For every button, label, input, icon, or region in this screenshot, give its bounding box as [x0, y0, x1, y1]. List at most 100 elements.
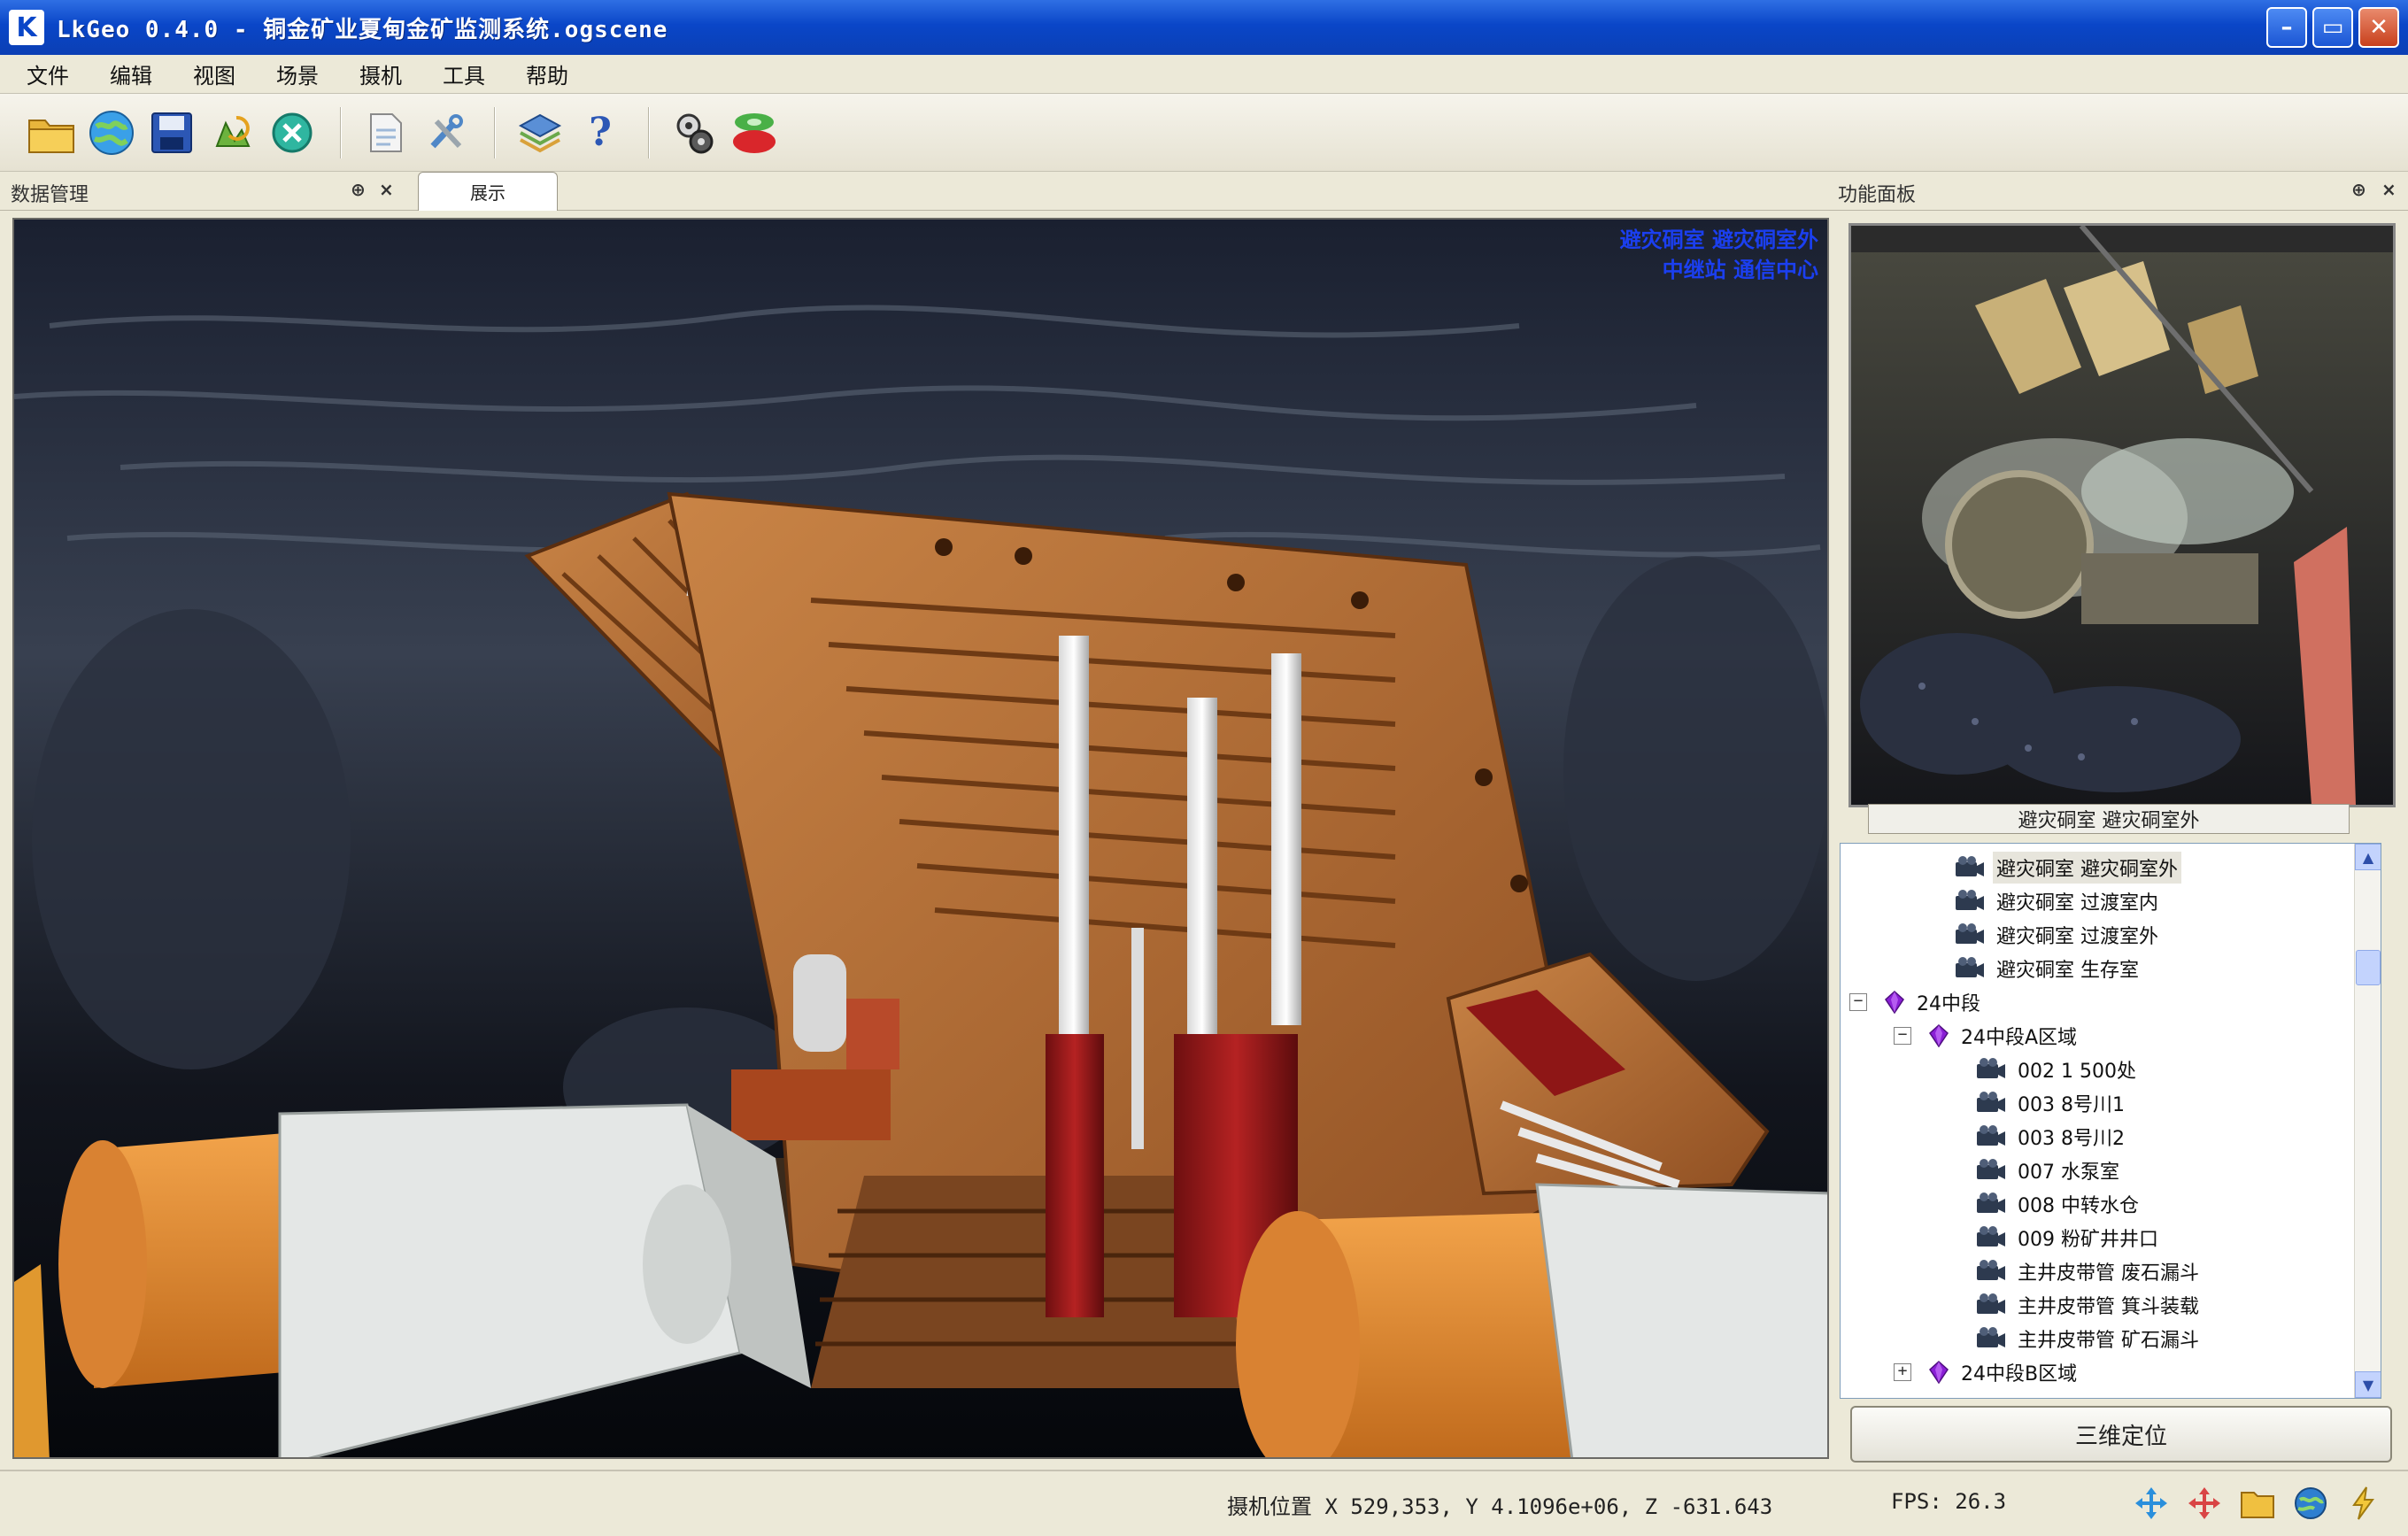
- tree-item-label: 009 粉矿井井口: [2018, 1229, 2158, 1251]
- tree-item-label: 避灾硐室 避灾硐室外: [1993, 852, 2181, 884]
- camera-icon: [1977, 1293, 2005, 1314]
- toolbar-separator: [648, 106, 650, 158]
- camera-position-readout: 摄机位置 X 529,353, Y 4.1096e+06, Z -631.643: [1227, 1494, 1773, 1519]
- toolbar-separator: [340, 106, 342, 158]
- camera-icon: [1977, 1193, 2005, 1213]
- tree-item-label: 主井皮带管 箕斗装载: [2018, 1296, 2199, 1318]
- gem-icon: [1929, 1361, 1949, 1384]
- layers-icon[interactable]: [512, 104, 568, 161]
- globe-icon[interactable]: [83, 104, 140, 161]
- menu-bar: 文件 编辑 视图 场景 摄机 工具 帮助: [0, 55, 2408, 94]
- gem-icon: [1885, 991, 1904, 1014]
- camera-preview[interactable]: [1848, 223, 2396, 807]
- dock-header-row: 数据管理 ⊕ × 展示 功能面板 ⊕ ×: [0, 172, 2408, 211]
- camera-icon: [1977, 1159, 2005, 1179]
- menu-tools[interactable]: 工具: [428, 55, 499, 93]
- function-panel: 避灾硐室 避灾硐室外 避灾硐室 避灾硐室外 避灾硐室 过渡室内 避灾硐室 过渡室外避…: [1836, 211, 2408, 1468]
- app-logo-icon: K: [9, 10, 44, 45]
- tree-item[interactable]: 主井皮带管 箕斗装载: [1975, 1288, 2203, 1322]
- menu-camera[interactable]: 摄机: [345, 55, 416, 93]
- overlay-line: 中继站 通信中心: [1662, 258, 1818, 282]
- minimize-button[interactable]: –: [2266, 7, 2307, 48]
- close-icon[interactable]: ×: [2381, 179, 2396, 200]
- tree-item[interactable]: 避灾硐室 生存室: [1954, 952, 2142, 985]
- tree-item[interactable]: 主井皮带管 矿石漏斗: [1975, 1322, 2203, 1355]
- tree-item[interactable]: 008 中转水仓: [1975, 1187, 2142, 1221]
- 3d-viewport[interactable]: 避灾硐室 避灾硐室外 中继站 通信中心: [12, 218, 1829, 1459]
- preview-caption: 避灾硐室 避灾硐室外: [1868, 804, 2350, 834]
- tree-scrollbar[interactable]: ▲ ▼: [2354, 844, 2381, 1398]
- toolbar-separator: [494, 106, 496, 158]
- fps-readout: FPS: 26.3: [1891, 1489, 2007, 1514]
- window-title: LkGeo 0.4.0 - 铜金矿业夏甸金矿监测系统.ogscene: [57, 16, 668, 43]
- gem-icon: [1929, 1024, 1949, 1047]
- toolbar: ?: [0, 94, 2408, 172]
- tab-display[interactable]: 展示: [418, 172, 558, 211]
- menu-edit[interactable]: 编辑: [96, 55, 166, 93]
- tree-item[interactable]: 避灾硐室 过渡室内: [1954, 884, 2162, 918]
- function-panel-title: 功能面板: [1838, 184, 1917, 206]
- tree-item[interactable]: 002 1 500处: [1975, 1053, 2140, 1086]
- scroll-down-icon[interactable]: ▼: [2355, 1371, 2381, 1398]
- camera-icon: [1977, 1226, 2005, 1247]
- close-button[interactable]: ✕: [2358, 7, 2399, 48]
- folder-icon[interactable]: [2238, 1484, 2277, 1523]
- pan-arrows-icon[interactable]: [2185, 1484, 2224, 1523]
- tree-item-label: 008 中转水仓: [2018, 1195, 2139, 1217]
- camera-icon: [1956, 890, 1984, 910]
- title-bar[interactable]: K LkGeo 0.4.0 - 铜金矿业夏甸金矿监测系统.ogscene – ▭…: [0, 0, 2408, 55]
- scroll-thumb[interactable]: [2356, 950, 2381, 985]
- camera-icon: [1956, 957, 1984, 977]
- camera-tree[interactable]: 避灾硐室 避灾硐室外 避灾硐室 过渡室内 避灾硐室 过渡室外 避灾硐室 生存室 −24中…: [1840, 843, 2381, 1399]
- menu-view[interactable]: 视图: [179, 55, 250, 93]
- tree-item-label: 24中段: [1917, 993, 1980, 1015]
- menu-file[interactable]: 文件: [12, 55, 83, 93]
- tree-item-label: 避灾硐室 生存室: [1996, 960, 2139, 982]
- overlay-line: 避灾硐室 避灾硐室外: [1619, 228, 1818, 252]
- tree-item[interactable]: 避灾硐室 避灾硐室外: [1954, 851, 2181, 884]
- move-arrows-icon[interactable]: [2132, 1484, 2171, 1523]
- lightning-icon[interactable]: [2344, 1484, 2383, 1523]
- data-management-title: 数据管理: [11, 184, 89, 206]
- application-window: K LkGeo 0.4.0 - 铜金矿业夏甸金矿监测系统.ogscene – ▭…: [0, 0, 2408, 1536]
- tree-item[interactable]: +24中段B区域: [1894, 1355, 2080, 1389]
- tree-item[interactable]: 009 粉矿井井口: [1975, 1221, 2162, 1254]
- open-folder-icon[interactable]: [23, 104, 80, 161]
- save-icon[interactable]: [143, 104, 200, 161]
- globe-icon[interactable]: [2291, 1484, 2330, 1523]
- tree-item-label: 003 8号川1: [2018, 1094, 2125, 1116]
- tree-item[interactable]: 主井皮带管 废石漏斗: [1975, 1254, 2203, 1288]
- tree-item[interactable]: 避灾硐室 过渡室外: [1954, 918, 2162, 952]
- stop-icon[interactable]: [264, 104, 320, 161]
- tools-icon[interactable]: [418, 104, 475, 161]
- menu-help[interactable]: 帮助: [512, 55, 583, 93]
- window-controls: – ▭ ✕: [2266, 7, 2399, 48]
- document-icon[interactable]: [358, 104, 414, 161]
- collapse-icon[interactable]: −: [1894, 1027, 1911, 1045]
- pin-icon[interactable]: ⊕: [351, 179, 366, 200]
- refresh-icon[interactable]: [204, 104, 260, 161]
- status-icons: [2132, 1484, 2383, 1523]
- close-icon[interactable]: ×: [379, 179, 394, 200]
- pin-icon[interactable]: ⊕: [2351, 179, 2366, 200]
- tree-item[interactable]: 003 8号川2: [1975, 1120, 2128, 1154]
- collapse-icon[interactable]: −: [1849, 993, 1867, 1011]
- traffic-light-icon[interactable]: [726, 104, 783, 161]
- menu-scene[interactable]: 场景: [262, 55, 333, 93]
- settings-icon[interactable]: [666, 104, 722, 161]
- help-icon[interactable]: ?: [572, 104, 629, 161]
- tree-item[interactable]: − 24中段A区域: [1894, 1019, 2080, 1053]
- tree-item-label: 002 1 500处: [2018, 1061, 2136, 1083]
- tree-item[interactable]: 007 水泵室: [1975, 1154, 2123, 1187]
- status-bar: 摄机位置 X 529,353, Y 4.1096e+06, Z -631.643…: [0, 1470, 2408, 1536]
- tree-item[interactable]: − 24中段: [1849, 985, 1984, 1019]
- camera-icon: [1977, 1125, 2005, 1146]
- camera-icon: [1956, 923, 1984, 944]
- scroll-up-icon[interactable]: ▲: [2355, 844, 2381, 870]
- tree-item[interactable]: 003 8号川1: [1975, 1086, 2128, 1120]
- viewport-overlay-label: 避灾硐室 避灾硐室外 中继站 通信中心: [1620, 225, 1818, 285]
- help-glyph: ?: [589, 110, 612, 155]
- 3d-locate-button[interactable]: 三维定位: [1850, 1406, 2392, 1463]
- expand-icon[interactable]: +: [1894, 1363, 1911, 1381]
- maximize-button[interactable]: ▭: [2312, 7, 2353, 48]
